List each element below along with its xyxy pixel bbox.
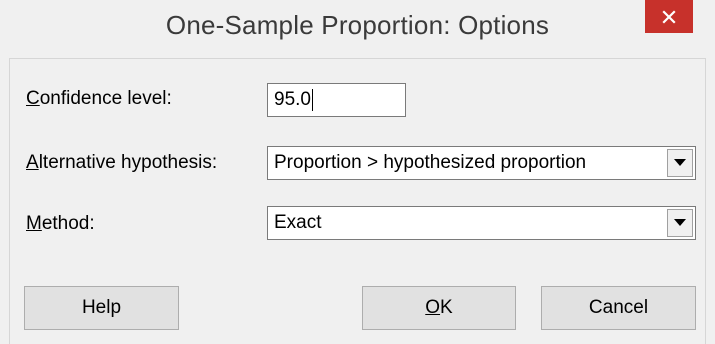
confidence-level-input[interactable]: 95.0 xyxy=(267,83,406,117)
close-icon xyxy=(662,9,676,24)
dropdown-arrow-icon xyxy=(674,159,686,166)
ok-button-label: OK xyxy=(425,297,453,318)
method-value: Exact xyxy=(274,212,322,233)
options-dialog: One-Sample Proportion: Options Confidenc… xyxy=(0,0,715,344)
cancel-button[interactable]: Cancel xyxy=(541,286,696,330)
cancel-button-label: Cancel xyxy=(588,297,649,318)
dialog-body: Confidence level: 95.0 Alternative hypot… xyxy=(9,58,706,344)
confidence-level-label: Confidence level: xyxy=(26,88,172,109)
help-button-label: Help xyxy=(81,297,122,318)
alternative-hypothesis-value: Proportion > hypothesized proportion xyxy=(274,152,587,173)
dialog-title: One-Sample Proportion: Options xyxy=(165,10,550,40)
title-bar[interactable]: One-Sample Proportion: Options xyxy=(0,0,715,58)
method-dropdown-button[interactable] xyxy=(667,209,693,237)
close-button[interactable] xyxy=(645,0,693,33)
text-caret xyxy=(311,89,313,111)
alternative-hypothesis-dropdown-button[interactable] xyxy=(667,149,693,177)
alternative-hypothesis-select[interactable]: Proportion > hypothesized proportion xyxy=(267,146,696,180)
method-select[interactable]: Exact xyxy=(267,206,696,240)
help-button[interactable]: Help xyxy=(24,286,179,330)
dropdown-arrow-icon xyxy=(674,219,686,226)
ok-button[interactable]: OK xyxy=(362,286,516,330)
method-label: Method: xyxy=(26,213,95,234)
alternative-hypothesis-label: Alternative hypothesis: xyxy=(26,152,218,173)
confidence-level-value: 95.0 xyxy=(274,89,311,110)
